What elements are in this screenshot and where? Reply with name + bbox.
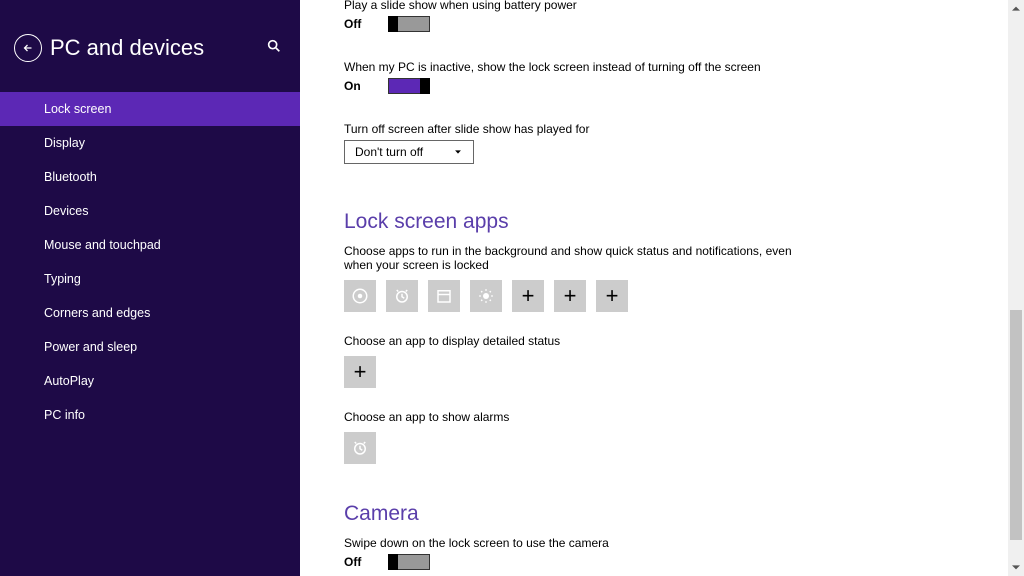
alarms-label: Choose an app to show alarms <box>344 410 980 424</box>
sidebar-item-pc-info[interactable]: PC info <box>0 398 300 432</box>
app-slot-2[interactable] <box>386 280 418 312</box>
camera-heading: Camera <box>344 502 980 526</box>
scroll-thumb[interactable] <box>1010 310 1022 540</box>
nav-list: Lock screen Display Bluetooth Devices Mo… <box>0 92 300 432</box>
sidebar-item-devices[interactable]: Devices <box>0 194 300 228</box>
camera-swipe-label: Swipe down on the lock screen to use the… <box>344 536 980 550</box>
detailed-status-label: Choose an app to display detailed status <box>344 334 980 348</box>
quick-status-label: Choose apps to run in the background and… <box>344 244 804 272</box>
back-button[interactable] <box>14 34 42 62</box>
app-slot-5-add[interactable]: + <box>512 280 544 312</box>
detailed-status-add[interactable]: + <box>344 356 376 388</box>
calendar-icon <box>435 287 453 305</box>
sidebar-item-bluetooth[interactable]: Bluetooth <box>0 160 300 194</box>
scroll-down-button[interactable] <box>1011 562 1021 572</box>
back-arrow-icon <box>22 42 34 54</box>
inactive-lock-toggle[interactable] <box>388 78 430 94</box>
sidebar: PC and devices Lock screen Display Bluet… <box>0 0 300 576</box>
alarms-slots <box>344 432 980 464</box>
sidebar-header: PC and devices <box>0 0 300 80</box>
sidebar-item-display[interactable]: Display <box>0 126 300 160</box>
app-slot-6-add[interactable]: + <box>554 280 586 312</box>
app-slot-7-add[interactable]: + <box>596 280 628 312</box>
content-scroll: Play a slide show when using battery pow… <box>300 0 1024 576</box>
plus-icon: + <box>522 285 535 307</box>
weather-icon <box>477 287 495 305</box>
camera-state: Off <box>344 555 366 569</box>
detailed-status-slots: + <box>344 356 980 388</box>
content-area: Play a slide show when using battery pow… <box>300 0 1024 576</box>
chevron-down-icon <box>453 147 463 157</box>
sidebar-item-lock-screen[interactable]: Lock screen <box>0 92 300 126</box>
app-slot-3[interactable] <box>428 280 460 312</box>
turnoff-after-value: Don't turn off <box>355 145 423 159</box>
setting-turnoff-after: Turn off screen after slide show has pla… <box>344 122 980 164</box>
setting-inactive-lock: When my PC is inactive, show the lock sc… <box>344 60 980 94</box>
lockscreen-apps-heading: Lock screen apps <box>344 210 980 234</box>
quick-status-slots: + + + <box>344 280 980 312</box>
alarm-icon <box>393 287 411 305</box>
sidebar-item-mouse-touchpad[interactable]: Mouse and touchpad <box>0 228 300 262</box>
setting-battery-slideshow: Play a slide show when using battery pow… <box>344 0 980 32</box>
sidebar-item-autoplay[interactable]: AutoPlay <box>0 364 300 398</box>
alarm-icon <box>351 439 369 457</box>
sidebar-item-corners-edges[interactable]: Corners and edges <box>0 296 300 330</box>
page-title: PC and devices <box>50 35 258 61</box>
scrollbar[interactable] <box>1008 0 1024 576</box>
plus-icon: + <box>606 285 619 307</box>
sidebar-item-power-sleep[interactable]: Power and sleep <box>0 330 300 364</box>
app-slot-1[interactable] <box>344 280 376 312</box>
chevron-up-icon <box>1012 5 1020 13</box>
alarms-slot[interactable] <box>344 432 376 464</box>
battery-slideshow-toggle[interactable] <box>388 16 430 32</box>
inactive-lock-label: When my PC is inactive, show the lock sc… <box>344 60 980 74</box>
turnoff-after-select[interactable]: Don't turn off <box>344 140 474 164</box>
battery-slideshow-state: Off <box>344 17 366 31</box>
chevron-down-icon <box>1012 563 1020 571</box>
inactive-lock-state: On <box>344 79 366 93</box>
sidebar-item-typing[interactable]: Typing <box>0 262 300 296</box>
battery-slideshow-label: Play a slide show when using battery pow… <box>344 0 980 12</box>
scroll-up-button[interactable] <box>1011 4 1021 14</box>
turnoff-after-label: Turn off screen after slide show has pla… <box>344 122 980 136</box>
target-icon <box>351 287 369 305</box>
plus-icon: + <box>354 361 367 383</box>
search-button[interactable] <box>266 38 282 59</box>
plus-icon: + <box>564 285 577 307</box>
search-icon <box>266 38 282 54</box>
camera-toggle[interactable] <box>388 554 430 570</box>
app-slot-4[interactable] <box>470 280 502 312</box>
